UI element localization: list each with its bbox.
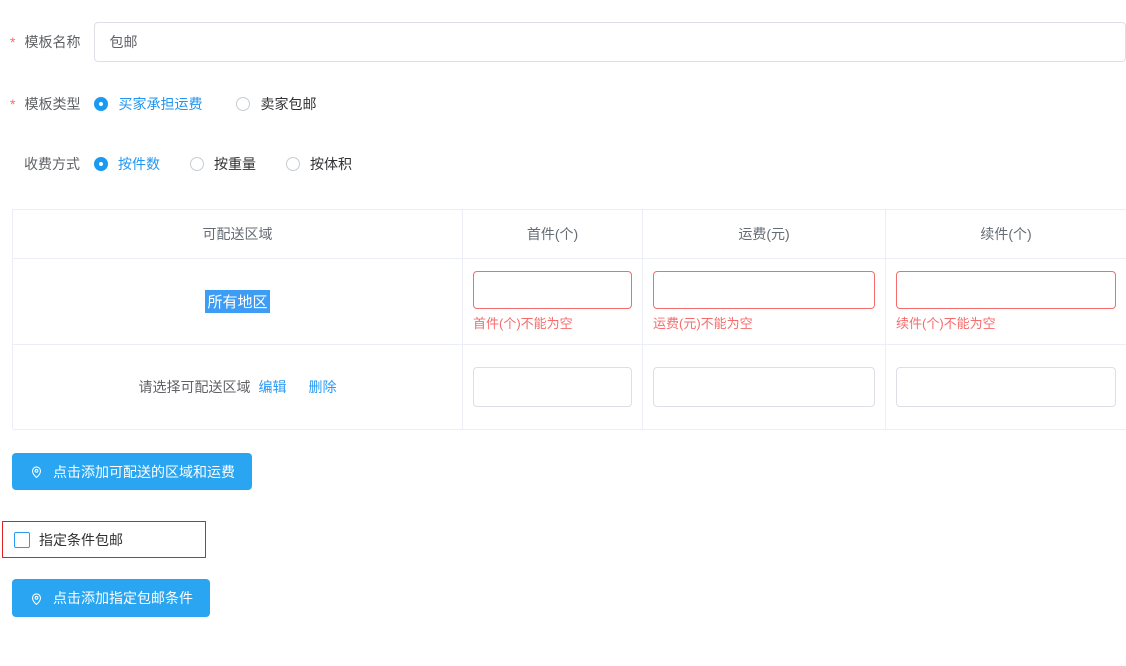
radio-label: 按重量 [214, 154, 256, 174]
radio-unselected-icon [236, 97, 250, 111]
location-pin-icon [29, 464, 44, 479]
add-condition-button[interactable]: 点击添加指定包邮条件 [12, 579, 210, 617]
add-condition-button-label: 点击添加指定包邮条件 [53, 588, 193, 608]
required-asterisk: * [10, 34, 15, 50]
shipping-template-form: *模板名称 *模板类型 买家承担运费 卖家包邮 收费方式 按件数 按重 [0, 0, 1126, 666]
conditional-free-shipping-checkbox[interactable] [14, 532, 30, 548]
radio-by-volume[interactable]: 按体积 [286, 154, 352, 174]
template-name-input[interactable] [94, 22, 1126, 62]
radio-by-quantity[interactable]: 按件数 [94, 154, 160, 174]
first-item-cell [463, 345, 643, 430]
radio-label: 买家承担运费 [118, 94, 202, 114]
radio-by-weight[interactable]: 按重量 [190, 154, 256, 174]
radio-buyer-pays[interactable]: 买家承担运费 [94, 94, 202, 114]
conditional-free-shipping-annotation-box: 指定条件包邮 [2, 521, 206, 558]
select-region-text: 请选择可配送区域 [139, 377, 251, 397]
radio-selected-icon [94, 157, 108, 171]
charge-method-label: 收费方式 [10, 154, 80, 174]
conditional-free-shipping-label: 指定条件包邮 [39, 530, 123, 550]
add-region-button-label: 点击添加可配送的区域和运费 [53, 462, 235, 482]
template-name-row: *模板名称 [10, 22, 1126, 62]
first-item-input[interactable] [473, 367, 632, 407]
first-item-error-cell: 首件(个)不能为空 [463, 259, 643, 345]
table-row-select-region-cell: 请选择可配送区域 编辑 删除 [13, 345, 463, 430]
first-item-input[interactable] [473, 271, 632, 309]
location-pin-icon [29, 591, 44, 606]
template-type-label: *模板类型 [10, 94, 80, 114]
charge-method-row: 收费方式 按件数 按重量 按体积 [10, 152, 352, 176]
radio-seller-free-shipping[interactable]: 卖家包邮 [236, 94, 316, 114]
col-header-freight: 运费(元) [643, 210, 886, 259]
col-header-first-item: 首件(个) [463, 210, 643, 259]
required-asterisk: * [10, 96, 15, 112]
all-regions-link[interactable]: 所有地区 [205, 290, 269, 313]
additional-item-input[interactable] [896, 367, 1116, 407]
additional-item-cell [886, 345, 1126, 430]
freight-cell [643, 345, 886, 430]
table-row-all-regions-cell: 所有地区 [13, 259, 463, 345]
template-name-label: *模板名称 [10, 32, 80, 52]
freight-input[interactable] [653, 271, 875, 309]
additional-item-error-cell: 续件(个)不能为空 [886, 259, 1126, 345]
add-region-button[interactable]: 点击添加可配送的区域和运费 [12, 453, 252, 490]
additional-item-input[interactable] [896, 271, 1116, 309]
charge-method-radio-group: 按件数 按重量 按体积 [94, 154, 352, 174]
col-header-region: 可配送区域 [13, 210, 463, 259]
template-type-radio-group: 买家承担运费 卖家包邮 [94, 94, 316, 114]
edit-region-link[interactable]: 编辑 [259, 377, 287, 397]
radio-label: 按件数 [118, 154, 160, 174]
radio-unselected-icon [286, 157, 300, 171]
first-item-error-message: 首件(个)不能为空 [473, 315, 573, 332]
additional-item-error-message: 续件(个)不能为空 [896, 315, 996, 332]
freight-input[interactable] [653, 367, 875, 407]
freight-error-cell: 运费(元)不能为空 [643, 259, 886, 345]
radio-selected-icon [94, 97, 108, 111]
template-type-row: *模板类型 买家承担运费 卖家包邮 [10, 92, 316, 116]
radio-label: 按体积 [310, 154, 352, 174]
radio-label: 卖家包邮 [260, 94, 316, 114]
shipping-regions-table: 可配送区域 首件(个) 运费(元) 续件(个) 所有地区 首件(个)不能为空 运… [12, 209, 1126, 429]
delete-region-link[interactable]: 删除 [309, 377, 337, 397]
freight-error-message: 运费(元)不能为空 [653, 315, 753, 332]
radio-unselected-icon [190, 157, 204, 171]
col-header-additional-item: 续件(个) [886, 210, 1126, 259]
